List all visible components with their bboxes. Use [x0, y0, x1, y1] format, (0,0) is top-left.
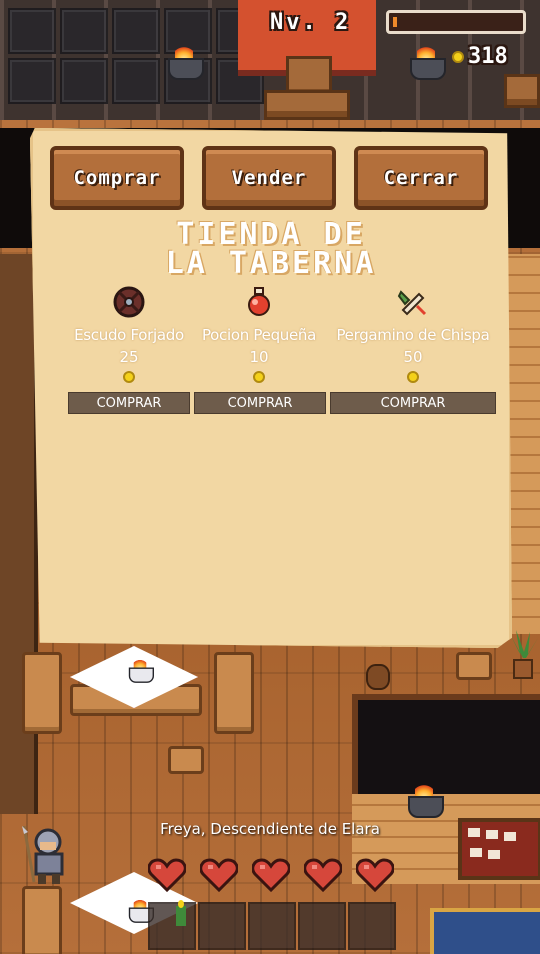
brazier [410, 46, 446, 80]
health-hearts [148, 858, 394, 892]
item-name: Escudo Forjado [74, 326, 184, 344]
bench [22, 886, 62, 954]
hotbar-slot[interactable] [248, 902, 296, 950]
buy-button[interactable]: COMPRAR [330, 392, 496, 414]
item-price: 25 [119, 348, 139, 366]
hotbar-slot[interactable] [348, 902, 396, 950]
storage-slot [60, 8, 108, 54]
storage-grid [8, 8, 264, 104]
storage-slot [60, 58, 108, 104]
storage-slot [8, 58, 56, 104]
player-name-label: Freya, Descendiente de Elara [160, 820, 380, 838]
hotbar-slot[interactable] [198, 902, 246, 950]
storage-slot [8, 8, 56, 54]
barrel [366, 664, 390, 690]
bench [22, 652, 62, 734]
stool [504, 74, 540, 108]
coin-icon [452, 50, 464, 63]
candle-icon [174, 900, 188, 926]
shop-item: Pocion Pequeña 10 [194, 286, 324, 387]
brazier [408, 784, 444, 818]
item-price: 10 [249, 348, 269, 366]
item-price: 50 [403, 348, 423, 366]
shop-item: Pergamino de Chispa 50 [330, 286, 496, 387]
crate [264, 90, 350, 120]
stool [456, 652, 492, 680]
coin-icon [407, 371, 419, 383]
buy-button[interactable]: COMPRAR [194, 392, 326, 414]
storage-slot [112, 8, 160, 54]
tab-sell-button[interactable]: Vender [202, 146, 336, 210]
potion-icon [248, 287, 270, 316]
shop-item: Escudo Forjado 25 [64, 286, 194, 387]
coin-icon [253, 371, 265, 383]
coin-icon [123, 371, 135, 383]
candle [128, 659, 154, 683]
heart-icon [304, 858, 342, 892]
brazier [168, 46, 204, 80]
heart-icon [200, 858, 238, 892]
heart-icon [252, 858, 290, 892]
stool [168, 746, 204, 774]
buy-button[interactable]: COMPRAR [68, 392, 190, 414]
item-name: Pocion Pequeña [201, 326, 317, 344]
close-button[interactable]: Cerrar [354, 146, 488, 210]
hotbar-slot[interactable] [148, 902, 196, 950]
bench [214, 652, 254, 734]
hotbar-slot[interactable] [298, 902, 346, 950]
shop-title: TIENDA DE LA TABERNA [165, 217, 377, 281]
gold-amount: 318 [468, 44, 508, 69]
level-indicator: Nv. 2 [270, 10, 352, 35]
scroll-icon [397, 290, 427, 316]
heart-icon [148, 858, 186, 892]
gold-counter: 318 [452, 44, 508, 69]
heart-icon [356, 858, 394, 892]
xp-bar [386, 10, 526, 34]
blue-rug [430, 908, 540, 954]
shield-icon [113, 286, 145, 318]
tab-buy-button[interactable]: Comprar [50, 146, 184, 210]
xp-bar-fill [393, 17, 397, 27]
item-name: Pergamino de Chispa [336, 326, 490, 344]
storage-slot [112, 58, 160, 104]
